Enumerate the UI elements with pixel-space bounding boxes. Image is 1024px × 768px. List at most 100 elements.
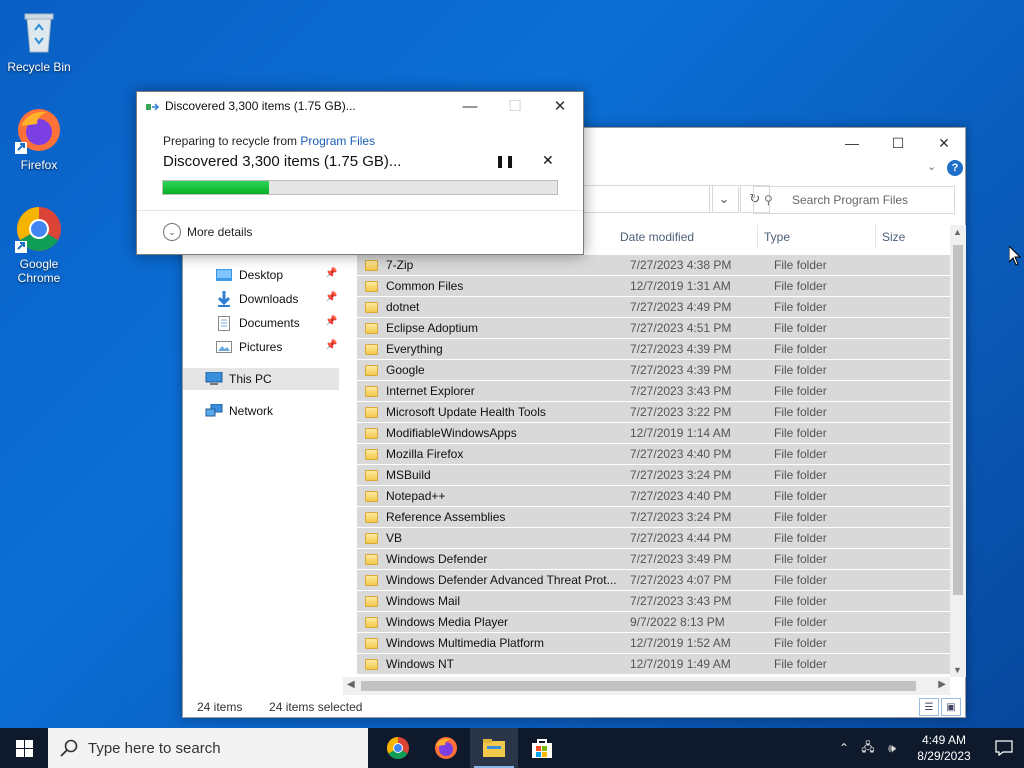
scroll-right-icon[interactable]: ▶ <box>938 679 946 690</box>
maximize-icon: ☐ <box>891 134 905 151</box>
close-button[interactable]: ✕ <box>921 128 967 158</box>
row-type: File folder <box>774 279 827 293</box>
table-row[interactable]: Everything 7/27/2023 4:39 PM File folder <box>357 339 950 360</box>
pictures-icon <box>215 339 233 355</box>
folder-icon <box>365 532 378 544</box>
row-type: File folder <box>774 342 827 356</box>
scroll-left-icon[interactable]: ◀ <box>347 679 355 690</box>
file-list: 7-Zip 7/27/2023 4:38 PM File folder Common … <box>357 255 950 675</box>
row-type: File folder <box>774 531 827 545</box>
network-icon[interactable]: 🖧 <box>856 738 880 759</box>
chevron-down-icon[interactable]: ⌄ <box>927 160 936 173</box>
row-type: File folder <box>774 447 827 461</box>
column-header-type[interactable]: Type <box>758 225 876 249</box>
start-button[interactable] <box>0 728 48 768</box>
table-row[interactable]: Windows Multimedia Platform 12/7/2019 1:5… <box>357 633 950 654</box>
scroll-up-icon[interactable]: ▲ <box>953 227 962 237</box>
desktop-icon-firefox[interactable]: Firefox <box>1 106 77 172</box>
address-dropdown-button[interactable]: ⌄ <box>709 185 739 213</box>
help-icon[interactable]: ? <box>947 160 963 176</box>
table-row[interactable]: ModifiableWindowsApps 12/7/2019 1:14 AM Fi… <box>357 423 950 444</box>
pin-icon[interactable]: 📌 <box>325 268 337 279</box>
table-row[interactable]: Microsoft Update Health Tools 7/27/2023 3… <box>357 402 950 423</box>
column-label: Date modified <box>620 230 695 244</box>
folder-icon <box>365 490 378 502</box>
store-bag-icon <box>532 739 552 758</box>
maximize-button[interactable]: ☐ <box>875 128 921 158</box>
volume-icon[interactable]: 🕪 <box>880 741 904 756</box>
table-row[interactable]: Common Files 12/7/2019 1:31 AM File folder <box>357 276 950 297</box>
nav-item-pictures[interactable]: Pictures <box>215 336 282 358</box>
row-type: File folder <box>774 300 827 314</box>
pin-icon[interactable]: 📌 <box>325 340 337 351</box>
details-view-button[interactable]: ☰ <box>919 698 939 716</box>
clock[interactable]: 4:49 AM 8/29/2023 <box>904 732 984 764</box>
pin-icon[interactable]: 📌 <box>325 316 337 327</box>
taskbar-search-input[interactable]: Type here to search <box>48 728 368 768</box>
pause-button[interactable]: ❚❚ <box>495 154 515 168</box>
table-row[interactable]: Eclipse Adoptium 7/27/2023 4:51 PM File fo… <box>357 318 950 339</box>
dialog-maximize-button[interactable]: ☐ <box>492 92 538 120</box>
table-row[interactable]: Reference Assemblies 7/27/2023 3:24 PM Fil… <box>357 507 950 528</box>
table-row[interactable]: Notepad++ 7/27/2023 4:40 PM File folder <box>357 486 950 507</box>
row-name: Windows Defender Advanced Threat Prot... <box>386 573 617 587</box>
scroll-down-icon[interactable]: ▼ <box>953 665 962 675</box>
row-name: MSBuild <box>386 468 431 482</box>
row-date: 7/27/2023 4:40 PM <box>630 489 732 503</box>
table-row[interactable]: Windows Mail 7/27/2023 3:43 PM File folder <box>357 591 950 612</box>
table-row[interactable]: 7-Zip 7/27/2023 4:38 PM File folder <box>357 255 950 276</box>
horizontal-scrollbar[interactable]: ◀ ▶ <box>343 677 950 695</box>
row-type: File folder <box>774 636 827 650</box>
folder-icon <box>365 322 378 334</box>
search-input[interactable]: ⚲ Search Program Files <box>753 186 955 214</box>
row-date: 7/27/2023 3:24 PM <box>630 510 732 524</box>
table-row[interactable]: dotnet 7/27/2023 4:49 PM File folder <box>357 297 950 318</box>
scrollbar-thumb[interactable] <box>361 681 916 691</box>
row-name: ModifiableWindowsApps <box>386 426 517 440</box>
nav-item-documents[interactable]: Documents <box>215 312 300 334</box>
taskbar-chrome[interactable] <box>374 728 422 768</box>
taskbar-store[interactable] <box>518 728 566 768</box>
nav-item-downloads[interactable]: Downloads <box>215 288 298 310</box>
status-bar: 24 items 24 items selected <box>197 700 362 714</box>
column-header-date[interactable]: Date modified <box>614 225 758 249</box>
table-row[interactable]: MSBuild 7/27/2023 3:24 PM File folder <box>357 465 950 486</box>
table-row[interactable]: Windows Defender Advanced Threat Prot...… <box>357 570 950 591</box>
nav-item-desktop[interactable]: Desktop <box>215 264 283 286</box>
dialog-minimize-button[interactable]: — <box>447 92 493 120</box>
nav-item-this-pc[interactable]: This PC <box>183 368 339 390</box>
scrollbar-thumb[interactable] <box>953 245 963 595</box>
nav-item-network[interactable]: Network <box>205 400 273 422</box>
desktop-icon-recycle-bin[interactable]: Recycle Bin <box>1 8 77 74</box>
table-row[interactable]: Windows NT 12/7/2019 1:49 AM File folder <box>357 654 950 675</box>
large-icons-view-button[interactable]: ▣ <box>941 698 961 716</box>
source-folder-link[interactable]: Program Files <box>300 134 375 148</box>
dialog-close-button[interactable]: ✕ <box>537 92 583 120</box>
vertical-scrollbar[interactable]: ▲ ▼ <box>950 225 966 677</box>
taskbar-file-explorer[interactable] <box>470 728 518 768</box>
column-header-size[interactable]: Size <box>876 225 950 249</box>
folder-icon <box>365 658 378 670</box>
row-date: 7/27/2023 3:43 PM <box>630 384 732 398</box>
notifications-button[interactable] <box>984 728 1024 768</box>
chevron-up-icon[interactable]: ⌃ <box>832 741 856 755</box>
row-name: dotnet <box>386 300 420 314</box>
pin-icon[interactable]: 📌 <box>325 292 337 303</box>
nav-label: Downloads <box>239 292 299 306</box>
address-bar[interactable] <box>579 185 713 213</box>
chevron-down-icon: ⌄ <box>163 223 181 241</box>
folder-icon <box>365 343 378 355</box>
table-row[interactable]: VB 7/27/2023 4:44 PM File folder <box>357 528 950 549</box>
table-row[interactable]: Windows Defender 7/27/2023 3:49 PM File fo… <box>357 549 950 570</box>
taskbar-firefox[interactable] <box>422 728 470 768</box>
table-row[interactable]: Mozilla Firefox 7/27/2023 4:40 PM File fol… <box>357 444 950 465</box>
progress-fill <box>163 181 270 194</box>
cancel-button[interactable]: ✕ <box>542 152 554 169</box>
table-row[interactable]: Internet Explorer 7/27/2023 3:43 PM File f… <box>357 381 950 402</box>
table-row[interactable]: Windows Media Player 9/7/2022 8:13 PM File… <box>357 612 950 633</box>
table-row[interactable]: Google 7/27/2023 4:39 PM File folder <box>357 360 950 381</box>
more-details-button[interactable]: ⌄ More details <box>163 223 252 241</box>
chrome-icon <box>15 205 63 253</box>
minimize-button[interactable]: — <box>829 128 875 158</box>
desktop-icon-google-chrome[interactable]: Google Chrome <box>1 205 77 285</box>
